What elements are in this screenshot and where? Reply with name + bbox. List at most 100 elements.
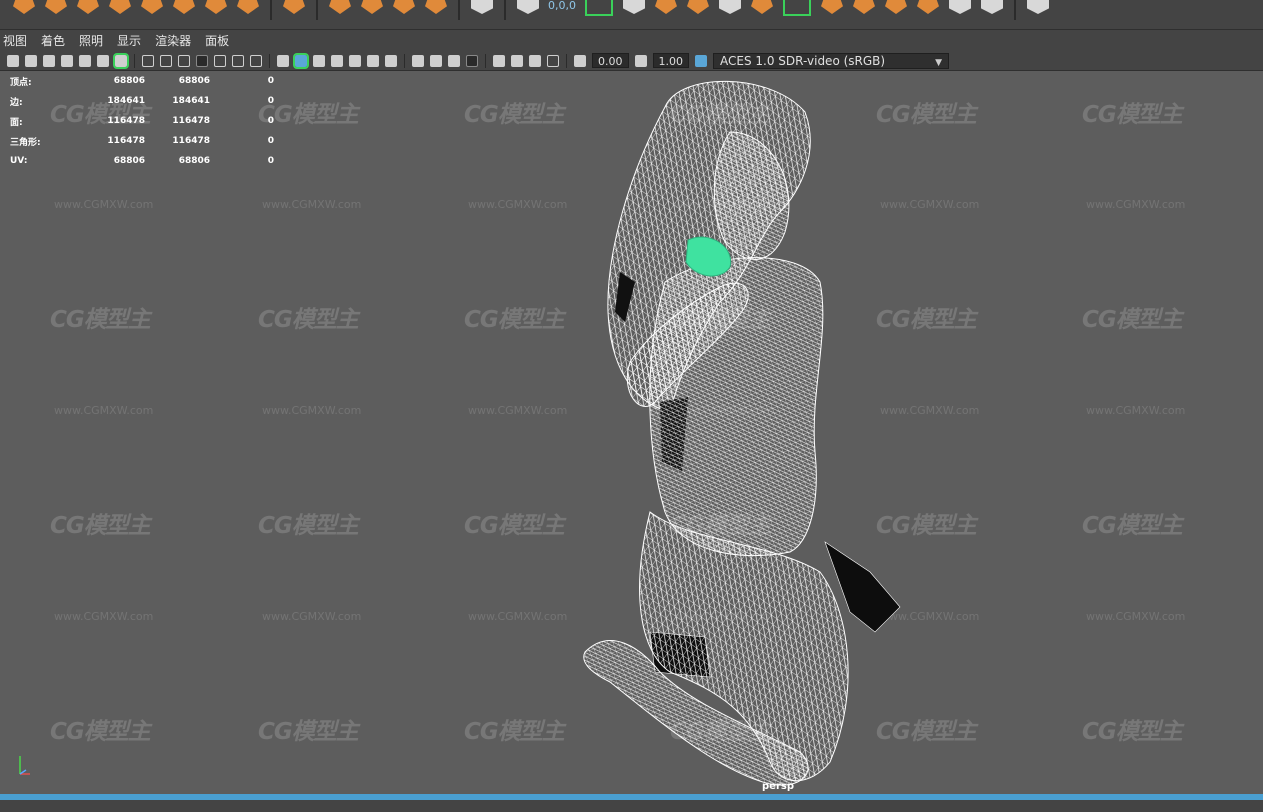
hud-v3: 0	[267, 116, 274, 126]
timeline-bar	[0, 794, 1263, 812]
watermark-url: www.CGMXW.com	[54, 610, 154, 623]
poly-cylinder-icon[interactable]	[77, 0, 99, 14]
view-transform-dropdown[interactable]: ACES 1.0 SDR-video (sRGB) ▼	[713, 52, 949, 69]
poly-cube-icon[interactable]	[45, 0, 67, 14]
shelf-toolbar: 0,0,0	[0, 0, 1263, 30]
text-tool-icon[interactable]	[393, 0, 415, 14]
bevel-icon[interactable]	[751, 0, 773, 14]
poly-torus-icon[interactable]	[141, 0, 163, 14]
separate-icon[interactable]	[623, 0, 645, 14]
watermark-url: www.CGMXW.com	[54, 404, 154, 417]
hud-v2: 68806	[178, 156, 210, 166]
hud-v1: 116478	[107, 116, 145, 126]
measure-icon[interactable]	[517, 0, 539, 14]
wireframe-icon[interactable]	[277, 54, 289, 67]
poly-plane-icon[interactable]	[173, 0, 195, 14]
grease-pencil-icon[interactable]	[97, 54, 109, 67]
quad-draw-icon[interactable]	[949, 0, 971, 14]
menu-renderer[interactable]: 渲染器	[155, 32, 191, 49]
sculpt-icon[interactable]	[981, 0, 1003, 14]
grid-icon[interactable]	[142, 54, 154, 67]
isolate-select-icon[interactable]	[493, 54, 505, 67]
types-icon[interactable]	[471, 0, 493, 14]
boolean-icon[interactable]	[687, 0, 709, 14]
shelf-more-icon[interactable]	[1027, 0, 1049, 14]
textured-icon[interactable]	[349, 54, 361, 67]
motion-blur-icon[interactable]	[430, 54, 442, 67]
xray-icon[interactable]	[511, 54, 523, 67]
film-gate-icon[interactable]	[160, 54, 172, 67]
poly-platonic-icon[interactable]	[237, 0, 259, 14]
view-axis-indicator	[19, 756, 30, 775]
smooth-icon[interactable]	[655, 0, 677, 14]
fill-hole-icon[interactable]	[783, 0, 811, 16]
menu-show[interactable]: 显示	[117, 32, 141, 49]
uv-editor-icon[interactable]	[885, 0, 907, 14]
default-material-icon[interactable]	[313, 54, 325, 67]
toolbar-separator	[485, 53, 486, 68]
exposure-icon[interactable]	[574, 54, 586, 67]
2d-pan-zoom-icon[interactable]	[79, 54, 91, 67]
watermark-logo: CG模型主	[464, 307, 565, 333]
watermark-logo: CG模型主	[258, 513, 359, 539]
use-all-lights-icon[interactable]	[367, 54, 379, 67]
safe-title-icon[interactable]	[250, 54, 262, 67]
chevron-down-icon: ▼	[935, 57, 942, 68]
menu-panels[interactable]: 面板	[205, 32, 229, 49]
watermark-logo: CG模型主	[464, 719, 565, 745]
watermark-url: www.CGMXW.com	[262, 198, 362, 211]
hud-row: 顶点: 68806 68806 0	[10, 71, 274, 91]
mirror-icon[interactable]	[719, 0, 741, 14]
camera-attributes-icon[interactable]	[25, 54, 37, 67]
bookmarks-icon[interactable]	[43, 54, 55, 67]
uv-auto-icon[interactable]	[853, 0, 875, 14]
menu-shading[interactable]: 着色	[41, 32, 65, 49]
menu-view[interactable]: 视图	[3, 32, 27, 49]
poly-soccer-icon[interactable]	[283, 0, 305, 14]
multi-cut-icon[interactable]	[917, 0, 939, 14]
backface-culling-icon[interactable]	[547, 54, 559, 67]
combine-icon[interactable]	[585, 0, 613, 16]
hud-v3: 0	[267, 76, 274, 86]
resolution-gate-icon[interactable]	[178, 54, 190, 67]
shadows-icon[interactable]	[385, 54, 397, 67]
wireframe-on-shaded-icon[interactable]	[331, 54, 343, 67]
watermark-logo: CG模型主	[258, 719, 359, 745]
poly-disc-icon[interactable]	[205, 0, 227, 14]
watermark-url: www.CGMXW.com	[468, 404, 568, 417]
watermark-logo: CG模型主	[1082, 513, 1183, 539]
gamma-field[interactable]: 1.00	[652, 53, 689, 68]
hud-label: 顶点:	[10, 77, 32, 88]
hud-row: 边: 184641 184641 0	[10, 91, 274, 111]
wireframe-character-model[interactable]	[570, 72, 910, 790]
hud-label: 边:	[10, 97, 23, 108]
safe-action-icon[interactable]	[232, 54, 244, 67]
uv-planar-icon[interactable]	[821, 0, 843, 14]
xray-joints-icon[interactable]	[529, 54, 541, 67]
shelf-separator	[1014, 0, 1016, 20]
watermark-url: www.CGMXW.com	[1086, 610, 1186, 623]
exposure-field[interactable]: 0.00	[592, 53, 629, 68]
color-management-icon[interactable]	[695, 54, 707, 67]
watermark-url: www.CGMXW.com	[1086, 198, 1186, 211]
poly-sphere-icon[interactable]	[13, 0, 35, 14]
hud-v3: 0	[267, 156, 274, 166]
field-chart-icon[interactable]	[214, 54, 226, 67]
bridge-icon[interactable]	[361, 0, 383, 14]
screen-space-ao-icon[interactable]	[412, 54, 424, 67]
hud-v3: 0	[267, 96, 274, 106]
menu-lighting[interactable]: 照明	[79, 32, 103, 49]
depth-of-field-icon[interactable]	[466, 54, 478, 67]
poly-cone-icon[interactable]	[109, 0, 131, 14]
gate-mask-icon[interactable]	[196, 54, 208, 67]
svg-tool-icon[interactable]	[425, 0, 447, 14]
watermark-url: www.CGMXW.com	[54, 198, 154, 211]
extrude-icon[interactable]	[329, 0, 351, 14]
smooth-shade-icon[interactable]	[293, 52, 309, 69]
image-plane-icon[interactable]	[61, 54, 73, 67]
gamma-icon[interactable]	[634, 54, 647, 67]
select-camera-icon[interactable]	[7, 54, 19, 67]
multisample-aa-icon[interactable]	[448, 54, 460, 67]
pencil-active-icon[interactable]	[113, 52, 129, 69]
watermark-logo: CG模型主	[50, 307, 151, 333]
